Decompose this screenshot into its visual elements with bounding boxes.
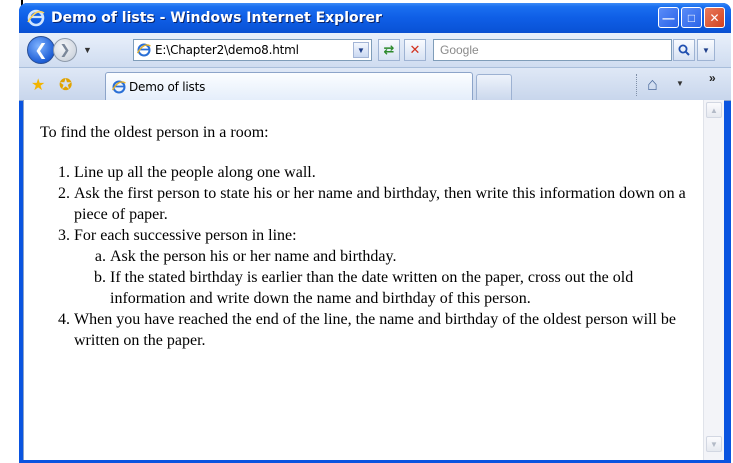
step-text: When you have reached the end of the lin…: [74, 311, 677, 349]
substeps-list: Ask the person his or her name and birth…: [74, 246, 670, 309]
scroll-down-icon[interactable]: ▼: [706, 436, 722, 452]
tab-label: Demo of lists: [129, 79, 206, 94]
substep-text: Ask the person his or her name and birth…: [110, 248, 397, 265]
list-item: For each successive person in line: Ask …: [74, 225, 694, 309]
home-icon[interactable]: ⌂: [647, 74, 658, 95]
list-item: If the stated birthday is earlier than t…: [110, 267, 670, 309]
list-item: When you have reached the end of the lin…: [74, 309, 694, 351]
page-icon: [136, 43, 151, 57]
home-dropdown-icon[interactable]: ▼: [676, 79, 684, 88]
more-tools-chevron-icon[interactable]: »: [709, 71, 716, 85]
search-input[interactable]: Google: [440, 43, 479, 57]
toolbar-separator: [636, 74, 637, 96]
address-dropdown-icon[interactable]: ▼: [353, 42, 369, 58]
address-input[interactable]: E:\Chapter2\demo8.html: [155, 43, 299, 57]
substep-text: If the stated birthday is earlier than t…: [110, 269, 634, 307]
new-tab-button[interactable]: [476, 74, 512, 100]
maximize-button[interactable]: □: [681, 7, 702, 28]
address-bar[interactable]: E:\Chapter2\demo8.html ▼: [133, 39, 372, 61]
search-options-dropdown-icon[interactable]: ▼: [697, 39, 715, 61]
history-dropdown-icon[interactable]: ▼: [83, 45, 92, 55]
page-icon: [111, 80, 126, 94]
page-content: To find the oldest person in a room: Lin…: [23, 100, 704, 460]
stop-button[interactable]: ✕: [404, 39, 426, 61]
stop-icon: ✕: [409, 42, 421, 57]
refresh-icon: ⇄: [383, 42, 395, 57]
forward-button[interactable]: ❯: [53, 38, 77, 62]
vertical-scrollbar[interactable]: ▲ ▼: [703, 100, 724, 460]
window-title: Demo of lists - Windows Internet Explore…: [51, 10, 382, 26]
list-item: Line up all the people along one wall.: [74, 162, 694, 183]
list-item: Ask the person his or her name and birth…: [110, 246, 670, 267]
close-button[interactable]: ✕: [704, 7, 725, 28]
step-text: Line up all the people along one wall.: [74, 164, 316, 181]
back-button[interactable]: ❮: [27, 36, 55, 64]
tab-demo-of-lists[interactable]: Demo of lists: [105, 72, 473, 100]
step-text: Ask the first person to state his or her…: [74, 185, 686, 223]
search-icon: [678, 44, 690, 56]
navigation-bar: ❮ ❯ ▼ E:\Chapter2\demo8.html ▼ ⇄ ✕ Googl…: [19, 33, 731, 68]
list-item: Ask the first person to state his or her…: [74, 183, 694, 225]
step-text: For each successive person in line:: [74, 227, 297, 244]
title-bar: Demo of lists - Windows Internet Explore…: [19, 3, 731, 33]
forward-arrow-icon: ❯: [59, 42, 71, 57]
tab-bar: ★ ✪ Demo of lists ⌂ ▼ »: [19, 68, 731, 101]
steps-list: Line up all the people along one wall. A…: [40, 162, 694, 351]
search-button[interactable]: [673, 39, 695, 61]
intro-text: To find the oldest person in a room:: [40, 124, 269, 141]
browser-window: Demo of lists - Windows Internet Explore…: [19, 3, 731, 463]
internet-explorer-icon: [27, 9, 45, 27]
scroll-up-icon[interactable]: ▲: [706, 102, 722, 118]
back-arrow-icon: ❮: [34, 42, 48, 59]
minimize-button[interactable]: —: [658, 7, 679, 28]
favorites-star-icon[interactable]: ★: [31, 75, 45, 95]
document-body: To find the oldest person in a room: Lin…: [40, 122, 694, 351]
add-favorites-icon[interactable]: ✪: [59, 75, 72, 95]
refresh-button[interactable]: ⇄: [378, 39, 400, 61]
search-box[interactable]: Google: [433, 39, 672, 61]
